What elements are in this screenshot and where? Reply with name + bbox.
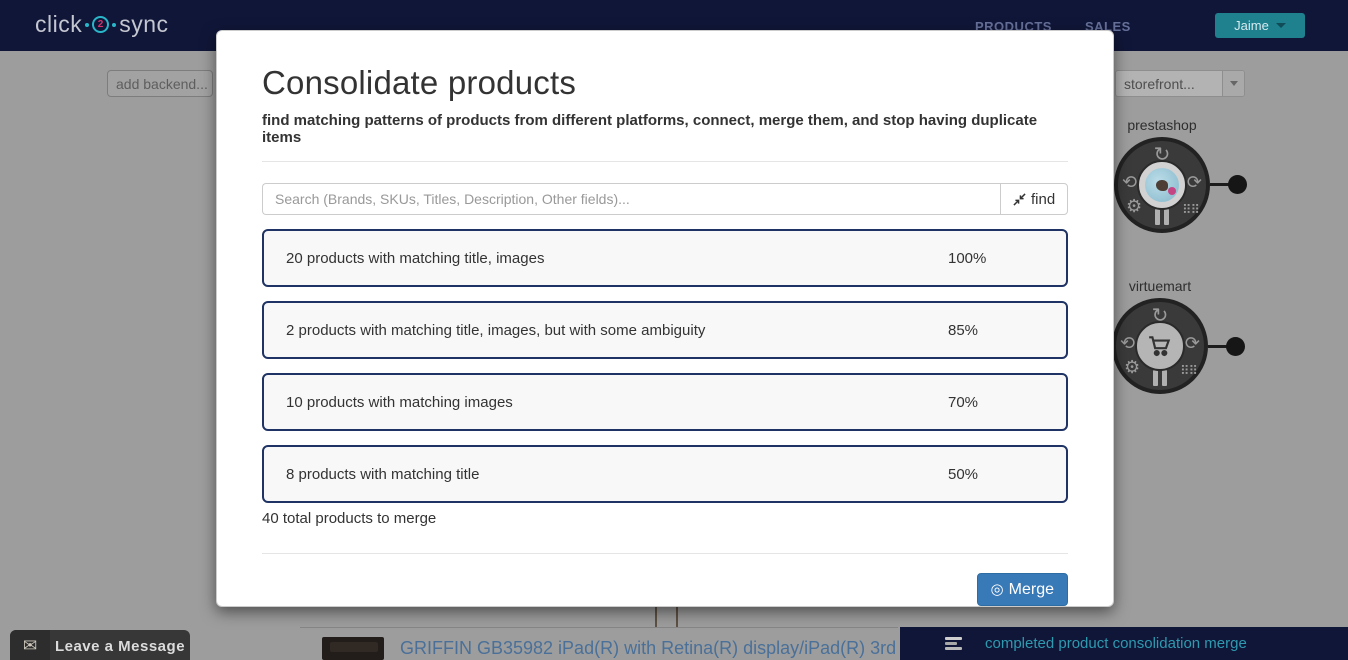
gear-icon[interactable]: ⚙ [1126, 197, 1142, 215]
connector-line [1208, 345, 1228, 348]
user-name: Jaime [1234, 18, 1269, 33]
grid-dots-icon[interactable]: ⠿⠿ [1180, 364, 1197, 377]
merge-label: Merge [1009, 581, 1054, 599]
gear-icon[interactable]: ⚙ [1124, 358, 1140, 376]
rotate-right-icon[interactable]: ⟲ [1187, 173, 1202, 191]
logo[interactable]: click 2 sync [35, 11, 169, 38]
caret-down-icon [1276, 23, 1286, 28]
rotate-left-icon[interactable]: ⟲ [1122, 173, 1137, 191]
storefront-select[interactable]: storefront... [1115, 70, 1245, 97]
divider [262, 161, 1068, 162]
connector-line [1210, 183, 1230, 186]
divider [262, 553, 1068, 554]
node-label-prestashop: prestashop [1102, 117, 1222, 133]
leave-message-label: Leave a Message [50, 638, 190, 655]
product-title-link[interactable]: GRIFFIN GB35982 iPad(R) with Retina(R) d… [400, 638, 898, 659]
search-input[interactable] [262, 183, 1000, 215]
modal-title: Consolidate products [262, 64, 1068, 102]
logo-dot [85, 23, 89, 27]
table-column-divider [655, 604, 657, 627]
rotate-right-icon[interactable]: ⟲ [1185, 334, 1200, 352]
notification-bar: completed product consolidation merge [900, 627, 1348, 660]
product-thumbnail [322, 637, 384, 660]
match-group-label: 8 products with matching title [286, 466, 479, 483]
match-group-label: 20 products with matching title, images [286, 250, 544, 267]
table-top-border [300, 627, 898, 628]
compress-arrows-icon [1013, 193, 1026, 206]
match-group-label: 2 products with matching title, images, … [286, 322, 705, 339]
dropdown-arrow-button[interactable] [1222, 71, 1244, 96]
backend-node-virtuemart[interactable]: ↻ ⟲ ⟲ ⚙ ⠿⠿ [1112, 298, 1208, 394]
match-percent: 100% [948, 250, 986, 267]
match-group-row[interactable]: 10 products with matching images 70% [262, 373, 1068, 431]
backend-node-prestashop[interactable]: ↻ ⟲ ⟲ ⚙ ⠿⠿ [1114, 137, 1210, 233]
connector-dot[interactable] [1228, 175, 1247, 194]
match-percent: 70% [948, 394, 978, 411]
find-button[interactable]: find [1000, 183, 1068, 215]
leave-message-button[interactable]: ✉ Leave a Message [10, 630, 190, 660]
table-column-divider [676, 604, 678, 627]
pause-icon[interactable] [1155, 209, 1169, 225]
match-percent: 85% [948, 322, 978, 339]
pause-icon[interactable] [1153, 370, 1167, 386]
match-group-label: 10 products with matching images [286, 394, 513, 411]
add-backend-input[interactable] [107, 70, 213, 97]
modal-subtitle: find matching patterns of products from … [262, 112, 1068, 146]
match-group-row[interactable]: 8 products with matching title 50% [262, 445, 1068, 503]
user-menu-button[interactable]: Jaime [1215, 13, 1305, 38]
logo-text-sync: sync [119, 11, 168, 38]
record-icon: ◎ [991, 582, 1004, 597]
rotate-left-icon[interactable]: ⟲ [1120, 334, 1135, 352]
match-percent: 50% [948, 466, 978, 483]
match-group-row[interactable]: 20 products with matching title, images … [262, 229, 1068, 287]
cart-icon [1135, 321, 1185, 371]
merge-button[interactable]: ◎ Merge [977, 573, 1068, 606]
logo-text-click: click [35, 11, 82, 38]
logo-dot [112, 23, 116, 27]
total-products-label: 40 total products to merge [262, 510, 1068, 527]
prestashop-logo [1137, 160, 1187, 210]
node-label-virtuemart: virtuemart [1100, 278, 1220, 294]
envelope-icon: ✉ [10, 630, 50, 660]
connector-dot[interactable] [1226, 337, 1245, 356]
notification-link[interactable]: completed product consolidation merge [985, 635, 1247, 652]
consolidate-products-modal: Consolidate products find matching patte… [216, 30, 1114, 607]
logo-2-icon: 2 [92, 16, 109, 33]
grid-dots-icon[interactable]: ⠿⠿ [1182, 203, 1199, 216]
find-label: find [1031, 191, 1055, 208]
match-group-row[interactable]: 2 products with matching title, images, … [262, 301, 1068, 359]
chevron-down-icon [1230, 81, 1238, 86]
list-icon [945, 637, 962, 650]
storefront-value: storefront... [1116, 76, 1222, 92]
